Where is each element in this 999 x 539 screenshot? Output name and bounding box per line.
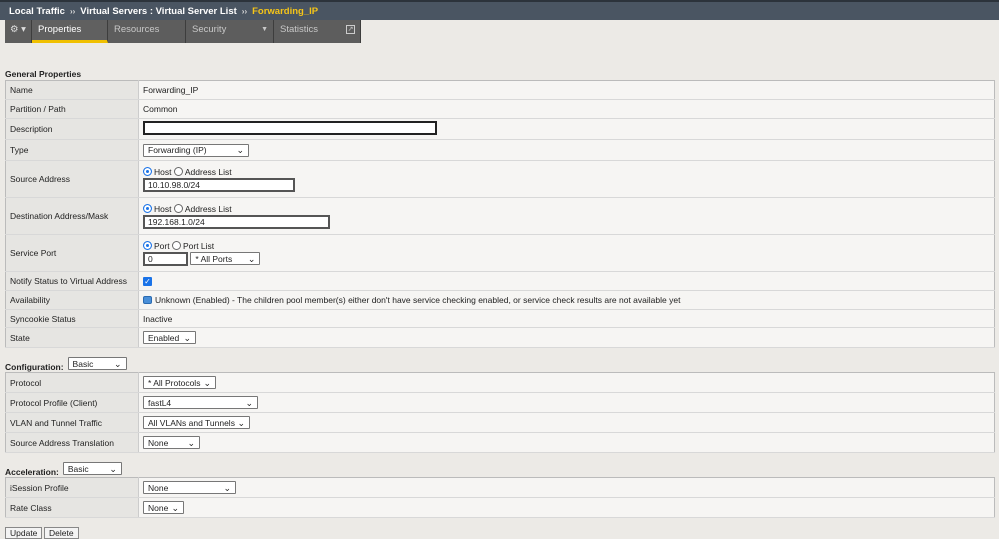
address-list-label: Address List [184,203,232,214]
syncookie-label: Syncookie Status [5,309,139,328]
external-link-icon: ↗ [346,25,355,34]
acceleration-title: Acceleration: [5,467,59,477]
tab-security-label: Security [192,24,227,35]
port-list-option-label: Port List [182,240,215,251]
destination-address-label: Destination Address/Mask [5,197,139,235]
breadcrumb-local-traffic[interactable]: Local Traffic [9,6,65,17]
tab-bar: ⚙ ▾ Properties Resources Security ▼ Stati… [5,20,361,43]
general-properties-heading: General Properties [5,69,82,79]
tab-properties[interactable]: Properties [32,20,108,43]
tab-statistics-label: Statistics [280,24,319,35]
tab-resources[interactable]: Resources [108,20,186,43]
source-address-translation-label: Source Address Translation [5,432,139,453]
state-label: State [5,327,139,348]
address-list-label: Address List [184,166,232,177]
protocol-profile-label: Protocol Profile (Client) [5,392,139,413]
service-port-label: Service Port [5,234,139,272]
breadcrumb-current: Forwarding_IP [252,5,319,17]
gear-menu-button[interactable]: ⚙ ▾ [5,20,32,43]
partition-value: Common [138,99,995,119]
acceleration-heading: Acceleration: Basic [5,460,122,477]
configuration-mode-select[interactable]: Basic [67,357,127,370]
notify-status-label: Notify Status to Virtual Address [5,271,139,291]
source-address-translation-select[interactable]: None [143,436,200,449]
description-label: Description [5,118,139,140]
gear-icon: ⚙ ▾ [10,24,26,35]
general-properties-table: Name Forwarding_IP Partition / Path Common… [5,80,995,348]
syncookie-value: Inactive [138,309,995,328]
vlan-select[interactable]: All VLANs and Tunnels [143,416,250,429]
status-unknown-icon [143,296,152,304]
caret-down-icon: ▼ [261,26,268,33]
source-host-radio[interactable] [143,166,152,176]
protocol-select[interactable]: * All Protocols [143,376,216,389]
isession-profile-label: iSession Profile [5,477,139,498]
configuration-table: Protocol * All Protocols Protocol Profile… [5,372,995,453]
acceleration-mode-select[interactable]: Basic [62,462,122,475]
port-option-label: Port [154,240,170,251]
notify-status-checkbox[interactable]: ✓ [143,277,152,286]
service-port-select[interactable]: * All Ports [190,252,261,265]
destination-address-list-radio[interactable] [173,203,183,213]
breadcrumb-separator: ›› [69,6,76,16]
rate-class-select[interactable]: None [143,501,184,514]
source-address-input[interactable]: 10.10.98.0/24 [143,177,295,192]
host-label: Host [154,166,172,177]
port-radio[interactable] [143,240,152,250]
type-select[interactable]: Forwarding (IP) [143,143,249,157]
breadcrumb: Local Traffic ›› Virtual Servers : Virtu… [0,0,999,20]
name-label: Name [5,80,139,100]
name-value: Forwarding_IP [138,80,995,100]
configuration-heading: Configuration: Basic [5,355,127,372]
tab-statistics[interactable]: Statistics ↗ [274,20,361,43]
isession-profile-select[interactable]: None [143,481,236,494]
tab-security[interactable]: Security ▼ [186,20,274,43]
protocol-label: Protocol [5,372,139,393]
protocol-profile-select[interactable]: fastL4 [143,396,258,409]
type-label: Type [5,139,139,161]
acceleration-table: iSession Profile None Rate Class None [5,477,995,518]
breadcrumb-virtual-server-list[interactable]: Virtual Servers : Virtual Server List [80,6,236,17]
availability-label: Availability [5,290,139,310]
source-address-label: Source Address [5,160,139,198]
update-button[interactable]: Update [5,527,43,539]
port-list-radio[interactable] [171,240,181,250]
configuration-title: Configuration: [5,362,64,372]
destination-address-input[interactable]: 192.168.1.0/24 [143,214,330,229]
breadcrumb-separator: ›› [241,6,248,16]
state-select[interactable]: Enabled [143,331,196,344]
host-label: Host [154,203,172,214]
availability-value: Unknown (Enabled) - The children pool me… [155,295,681,305]
partition-label: Partition / Path [5,99,139,119]
source-address-list-radio[interactable] [173,166,183,176]
vlan-label: VLAN and Tunnel Traffic [5,412,139,433]
description-input[interactable] [143,121,437,135]
destination-host-radio[interactable] [143,203,152,213]
service-port-input[interactable]: 0 [143,251,188,266]
rate-class-label: Rate Class [5,497,139,518]
delete-button[interactable]: Delete [44,527,79,539]
